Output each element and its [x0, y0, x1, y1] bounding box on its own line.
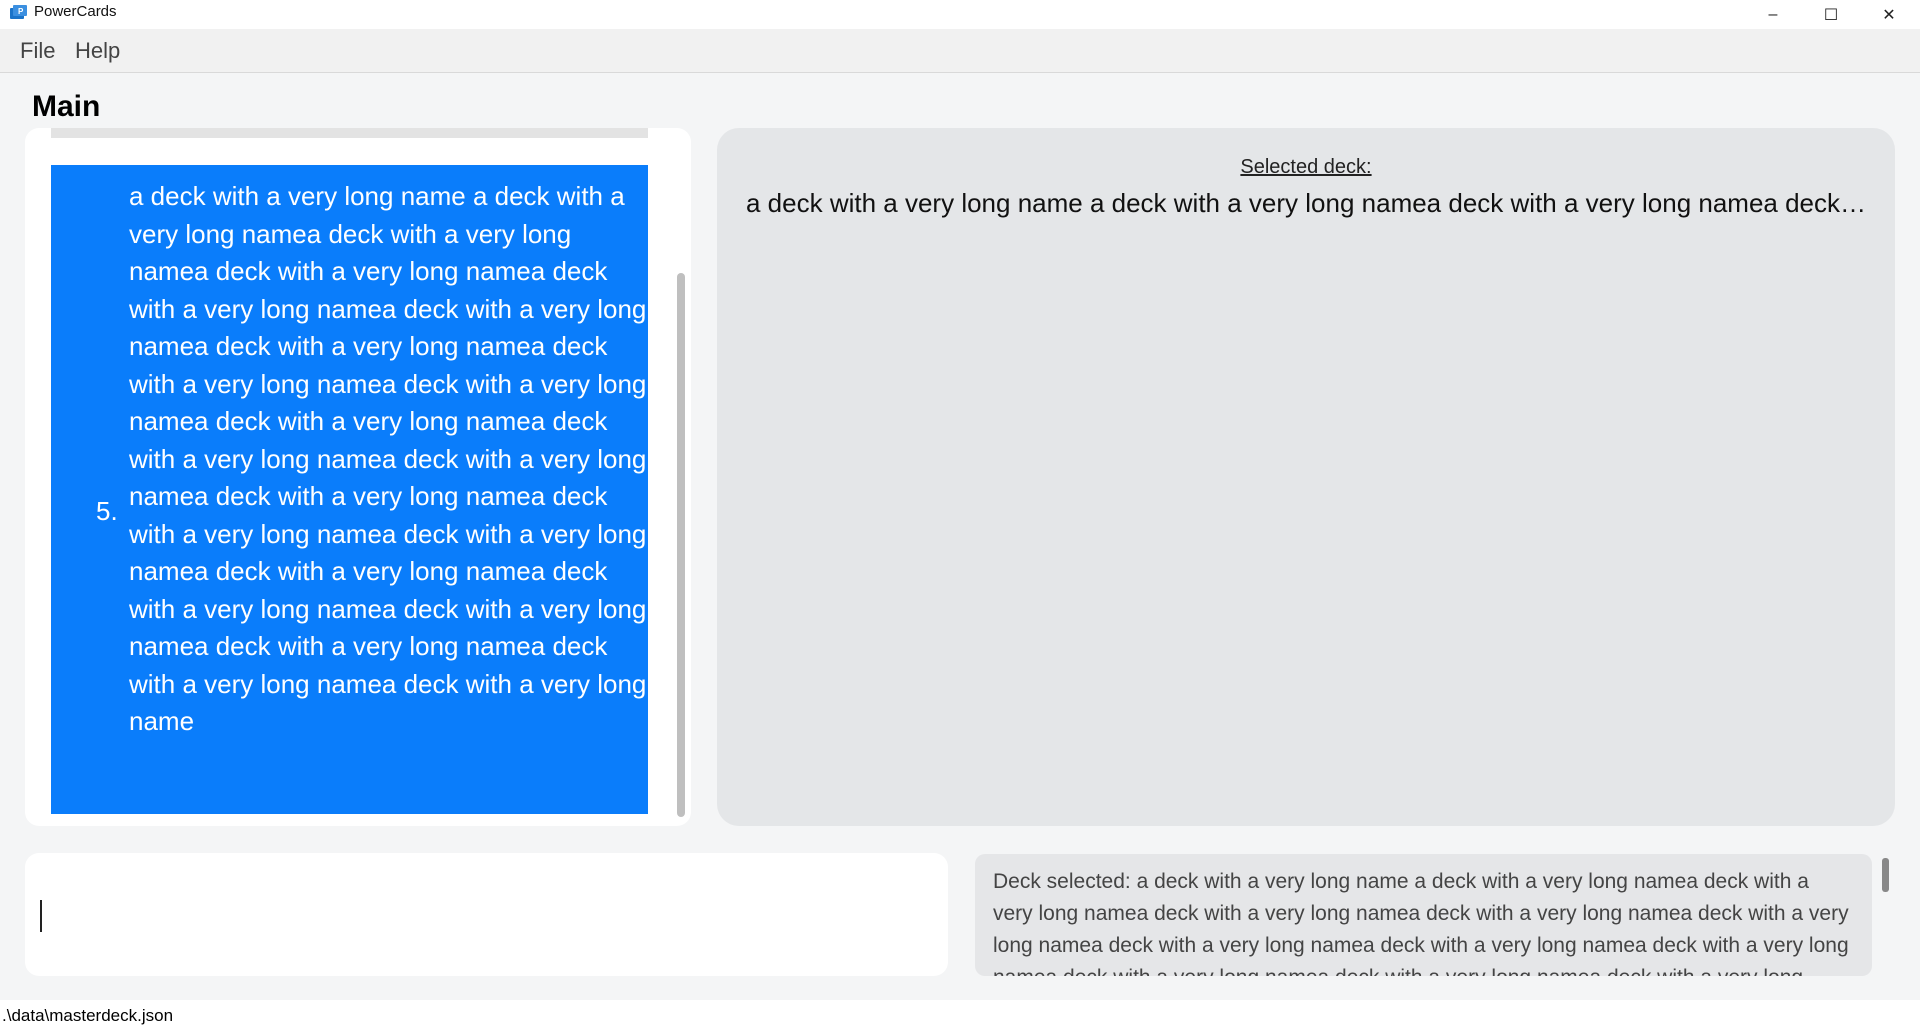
close-button[interactable]: ✕ — [1860, 0, 1918, 29]
command-box[interactable] — [25, 853, 948, 976]
list-item-partial[interactable] — [51, 128, 648, 138]
deck-list-panel[interactable]: 5. a deck with a very long name a deck w… — [25, 128, 691, 826]
menu-help[interactable]: Help — [75, 38, 120, 64]
selected-deck-label: Selected deck: — [1240, 156, 1372, 178]
text-caret — [40, 900, 42, 932]
data-file-path: .\data\masterdeck.json — [2, 1006, 174, 1025]
deck-list-scrollbar[interactable] — [677, 273, 685, 817]
command-input[interactable] — [39, 865, 933, 963]
svg-text:P: P — [18, 7, 24, 16]
status-bar: .\data\masterdeck.json — [0, 1000, 1920, 1031]
deck-list-item-selected[interactable]: 5. a deck with a very long name a deck w… — [51, 165, 648, 814]
selected-deck-name: a deck with a very long name a deck with… — [746, 188, 1871, 218]
minimize-button[interactable]: – — [1744, 0, 1802, 29]
window-title: PowerCards — [34, 3, 117, 20]
deck-index: 5. — [96, 496, 118, 526]
selected-deck-panel: Selected deck: a deck with a very long n… — [717, 128, 1895, 826]
result-display[interactable]: Deck selected: a deck with a very long n… — [975, 854, 1872, 976]
maximize-button[interactable]: ☐ — [1802, 0, 1860, 29]
title-bar: P PowerCards – ☐ ✕ — [0, 0, 1920, 29]
page-title: Main — [32, 90, 101, 123]
result-scrollbar[interactable] — [1882, 858, 1889, 892]
menu-bar: File Help — [0, 29, 1920, 73]
result-text: Deck selected: a deck with a very long n… — [993, 870, 1849, 976]
deck-name: a deck with a very long name a deck with… — [129, 181, 647, 736]
app-icon: P — [10, 5, 27, 19]
menu-file[interactable]: File — [20, 38, 55, 64]
